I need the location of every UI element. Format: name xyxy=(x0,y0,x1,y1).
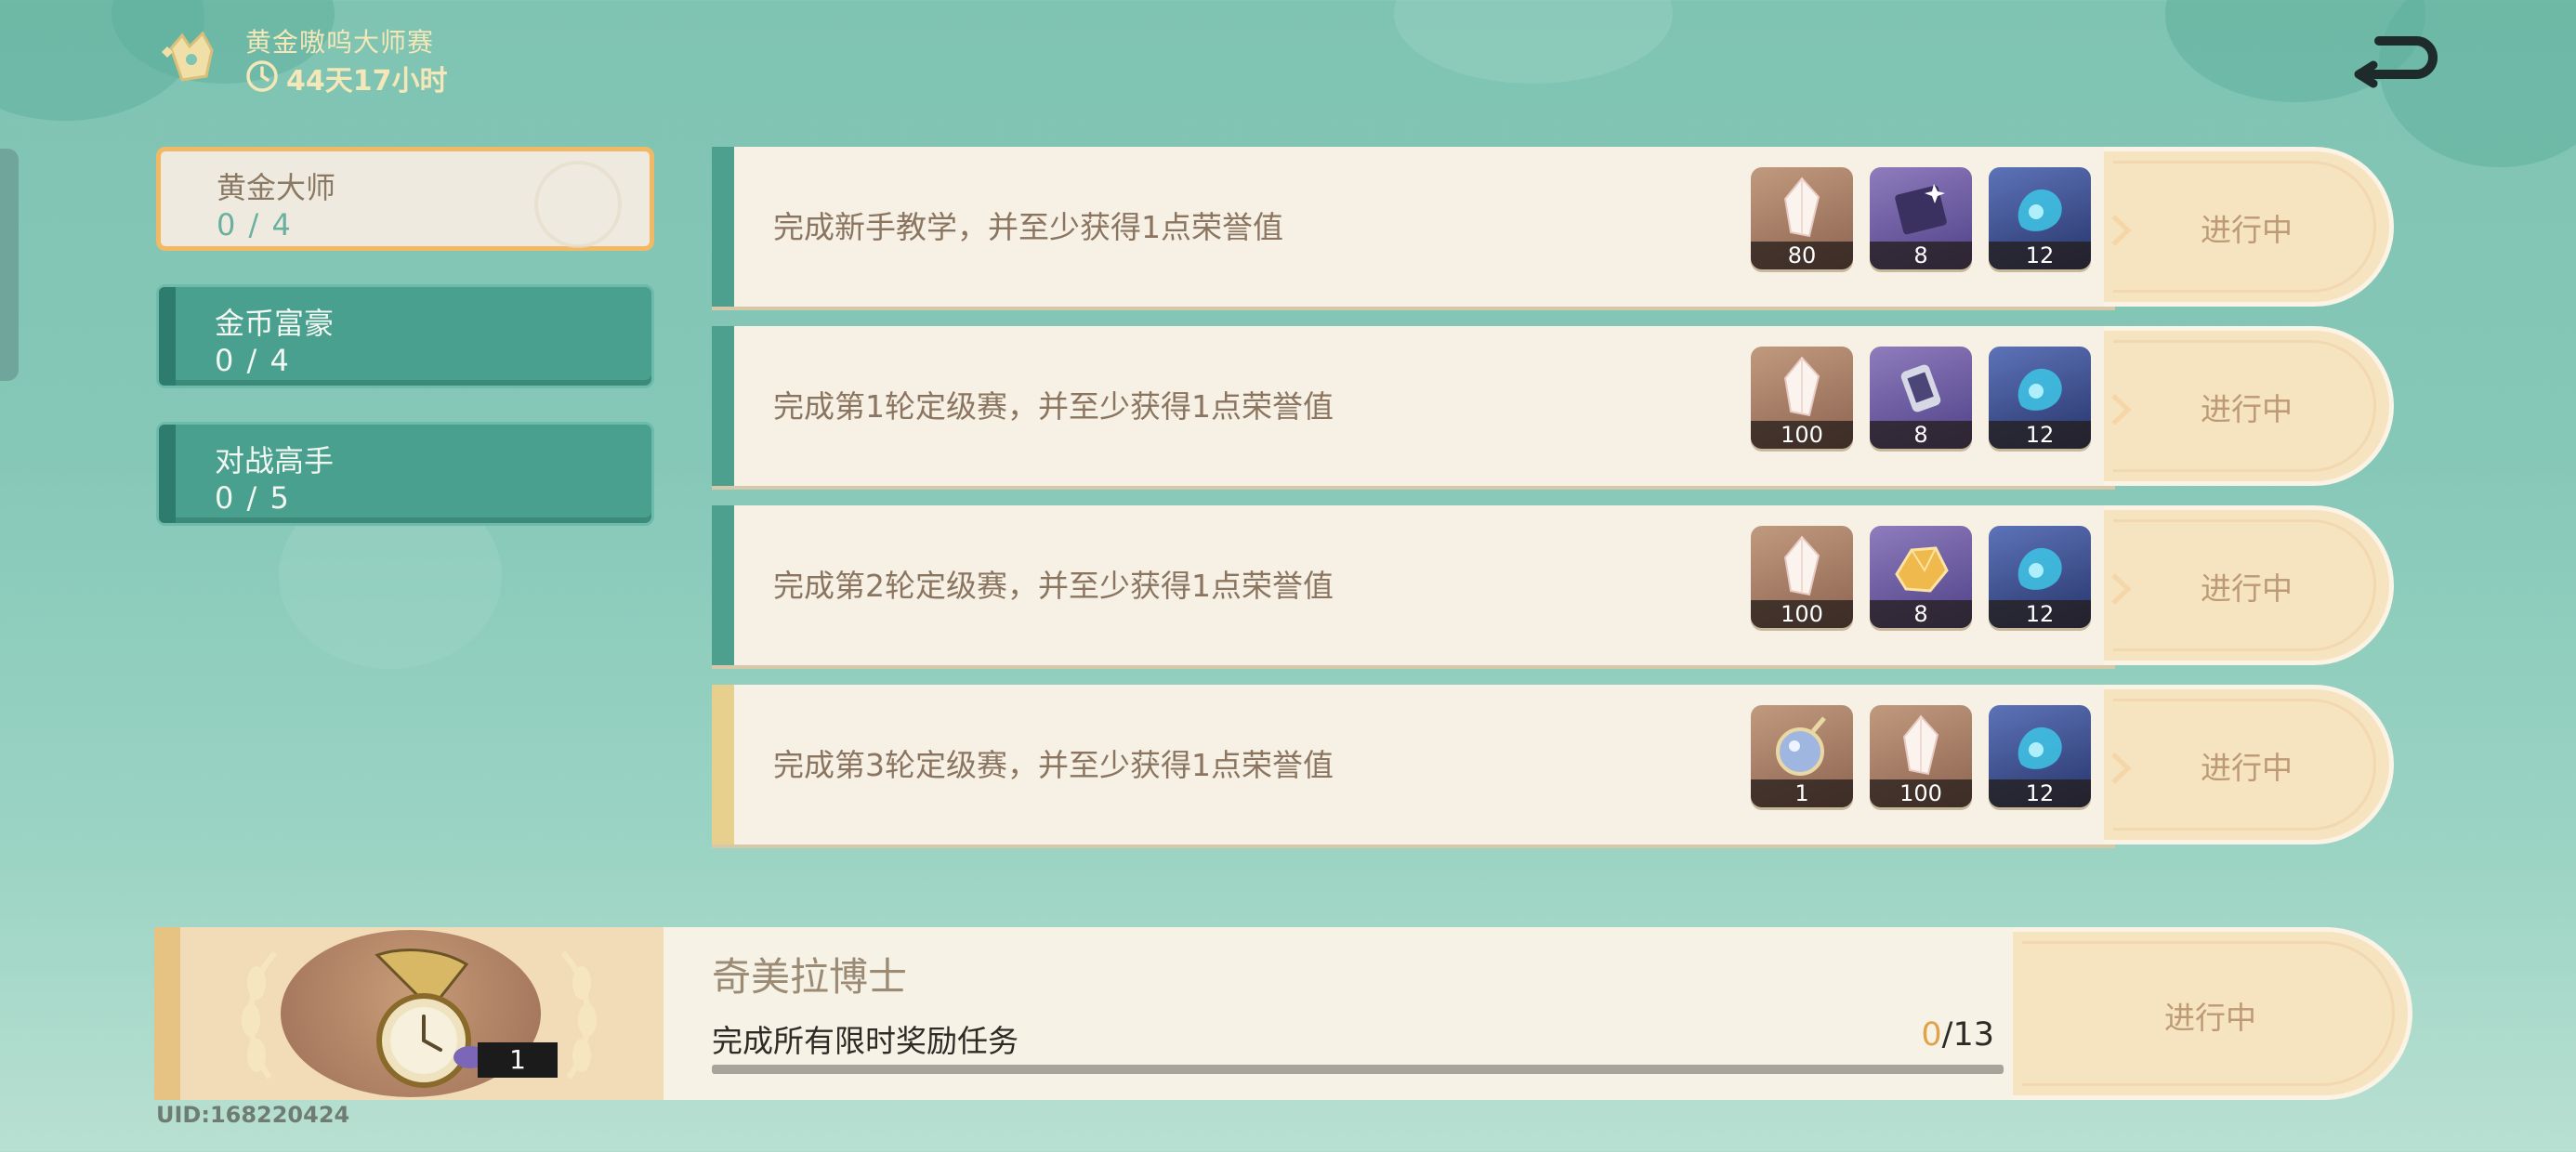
grand-quest-description: 完成所有限时奖励任务 xyxy=(712,1023,1019,1059)
reward-quantity: 8 xyxy=(1870,421,1972,449)
tab-battle-expert[interactable]: 对战高手 0 / 5 xyxy=(156,422,654,526)
event-header: 黄金嗷呜大师赛 44天17小时 xyxy=(158,17,716,100)
tab-gold-tycoon[interactable]: 金币富豪 0 / 4 xyxy=(156,284,654,388)
reward-crystal[interactable]: 80 xyxy=(1751,167,1853,269)
status-label: 进行中 xyxy=(2201,750,2293,786)
grand-quest-panel: 1 奇美拉博士 完成所有限时奖励任务 0/13 进行中 xyxy=(154,927,2412,1100)
reward-spirit[interactable]: 12 xyxy=(1989,705,2091,807)
tab-progress: 0 / 5 xyxy=(215,480,291,516)
reward-book[interactable]: 8 xyxy=(1870,167,1972,269)
tab-golden-master[interactable]: 黄金大师 0 / 4 xyxy=(156,147,654,251)
tab-accent xyxy=(159,425,176,523)
reward-quantity: 8 xyxy=(1870,242,1972,269)
quest-accent xyxy=(712,685,734,844)
quest-status[interactable]: 进行中 xyxy=(2104,147,2394,307)
trophy-creature-icon xyxy=(162,31,214,82)
book-icon xyxy=(1895,184,1947,235)
progress-current: 0 xyxy=(1921,1016,1942,1054)
reward-orb[interactable]: 1 xyxy=(1751,705,1853,807)
grand-quest-progress-bar xyxy=(712,1065,2004,1074)
back-button[interactable] xyxy=(2351,28,2440,93)
reward-spirit[interactable]: 12 xyxy=(1989,526,2091,628)
tab-accent xyxy=(159,287,176,386)
reward-quantity: 12 xyxy=(1989,421,2091,449)
lantern-icon xyxy=(1900,364,1941,412)
status-label: 进行中 xyxy=(2201,570,2293,607)
grand-accent xyxy=(154,927,180,1100)
reward-lantern[interactable]: 8 xyxy=(1870,347,1972,449)
gold-ore-icon xyxy=(1895,546,1949,593)
blue-spirit-icon xyxy=(2017,189,2062,231)
status-label: 进行中 xyxy=(2201,212,2293,248)
quest-row: 完成新手教学，并至少获得1点荣誉值 80 8 12 进行中 xyxy=(712,147,2394,307)
grand-quest-title: 奇美拉博士 xyxy=(712,954,908,1000)
reward-quantity: 1 xyxy=(478,1042,558,1078)
quest-row: 完成第2轮定级赛，并至少获得1点荣誉值 100 8 12 进行中 xyxy=(712,505,2394,665)
grand-quest-progress-count: 0/13 xyxy=(1921,1016,1994,1054)
grand-quest-status[interactable]: 进行中 xyxy=(2013,927,2412,1100)
tab-label: 对战高手 xyxy=(215,443,335,478)
crystal-icon xyxy=(1783,356,1820,417)
blue-spirit-icon xyxy=(2017,368,2062,411)
tab-label: 金币富豪 xyxy=(215,306,335,341)
quest-accent xyxy=(712,326,734,486)
quest-description: 完成第3轮定级赛，并至少获得1点荣誉值 xyxy=(773,747,1334,783)
quest-accent xyxy=(712,505,734,665)
laurel-right-icon xyxy=(560,950,597,1080)
crystal-icon xyxy=(1783,177,1820,238)
reward-crystal[interactable]: 100 xyxy=(1870,705,1972,807)
user-id: UID:168220424 xyxy=(156,1102,350,1128)
reward-quantity: 12 xyxy=(1989,242,2091,269)
reward-spirit[interactable]: 12 xyxy=(1989,167,2091,269)
emblem-icon xyxy=(534,161,622,248)
quest-status[interactable]: 进行中 xyxy=(2104,685,2394,844)
tab-progress: 0 / 4 xyxy=(217,207,293,242)
quest-description: 完成第2轮定级赛，并至少获得1点荣誉值 xyxy=(773,568,1334,604)
event-time-remaining: 44天17小时 xyxy=(286,65,448,98)
progress-total: /13 xyxy=(1941,1016,1994,1054)
reward-spirit[interactable]: 12 xyxy=(1989,347,2091,449)
grand-reward-area[interactable]: 1 xyxy=(154,927,664,1100)
quest-row: 完成第3轮定级赛，并至少获得1点荣誉值 1 100 12 进行中 xyxy=(712,685,2394,844)
quest-status[interactable]: 进行中 xyxy=(2104,326,2394,486)
event-title: 黄金嗷呜大师赛 xyxy=(245,27,435,58)
quest-description: 完成第1轮定级赛，并至少获得1点荣誉值 xyxy=(773,388,1334,425)
blue-spirit-icon xyxy=(2017,547,2062,590)
reward-quantity: 8 xyxy=(1870,600,1972,628)
reward-quantity: 1 xyxy=(1751,779,1853,807)
status-label: 进行中 xyxy=(2164,1000,2256,1036)
tab-progress: 0 / 4 xyxy=(215,343,291,378)
clock-icon xyxy=(246,60,278,92)
reward-quantity: 100 xyxy=(1751,421,1853,449)
quest-row: 完成第1轮定级赛，并至少获得1点荣誉值 100 8 12 进行中 xyxy=(712,326,2394,486)
reward-crystal[interactable]: 100 xyxy=(1751,347,1853,449)
status-label: 进行中 xyxy=(2201,391,2293,427)
reward-quantity: 12 xyxy=(1989,779,2091,807)
reward-quantity: 100 xyxy=(1751,600,1853,628)
orb-icon xyxy=(1776,716,1826,776)
quest-accent xyxy=(712,147,734,307)
laurel-left-icon xyxy=(242,950,278,1080)
reward-crystal[interactable]: 100 xyxy=(1751,526,1853,628)
blue-spirit-icon xyxy=(2017,727,2062,769)
quest-status[interactable]: 进行中 xyxy=(2104,505,2394,665)
tab-label: 黄金大师 xyxy=(217,170,336,205)
crystal-icon xyxy=(1902,714,1939,776)
crystal-icon xyxy=(1783,535,1820,596)
reward-quantity: 80 xyxy=(1751,242,1853,269)
quest-description: 完成新手教学，并至少获得1点荣誉值 xyxy=(773,209,1283,245)
reward-quantity: 12 xyxy=(1989,600,2091,628)
left-edge-handle xyxy=(0,149,19,381)
reward-gold-ore[interactable]: 8 xyxy=(1870,526,1972,628)
bg-leaf-decoration xyxy=(1394,0,1673,84)
reward-quantity: 100 xyxy=(1870,779,1972,807)
